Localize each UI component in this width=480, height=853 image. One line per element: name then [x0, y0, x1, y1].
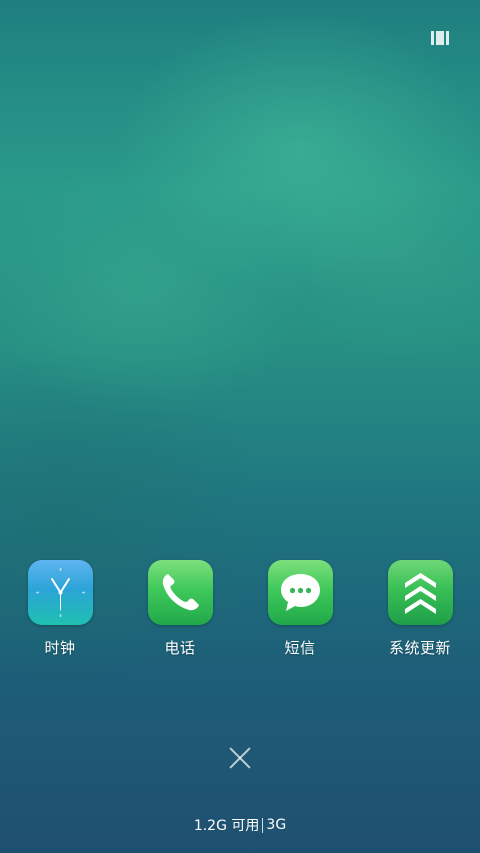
app-messages[interactable]: 短信	[240, 560, 360, 658]
recent-apps-icon	[431, 31, 434, 45]
system-update-icon	[387, 560, 453, 625]
app-label-system-update: 系统更新	[388, 639, 451, 657]
recent-apps-button[interactable]	[431, 31, 451, 45]
clock-icon	[27, 560, 93, 625]
memory-status: 1.2G 可用 3G	[0, 815, 480, 835]
available-memory: 1.2G 可用	[193, 818, 260, 834]
app-system-update[interactable]: 系统更新	[360, 560, 480, 658]
phone-icon	[147, 560, 213, 625]
recent-apps-row: 时钟 电话 短信 系统更新	[0, 560, 480, 670]
message-icon	[267, 560, 333, 625]
network-type: 3G	[266, 817, 287, 833]
status-divider	[262, 817, 264, 833]
app-label-phone: 电话	[164, 639, 196, 657]
close-all-button[interactable]	[228, 746, 252, 770]
app-label-clock: 时钟	[44, 639, 76, 657]
app-label-messages: 短信	[284, 639, 316, 657]
app-phone[interactable]: 电话	[120, 560, 240, 658]
app-clock[interactable]: 时钟	[0, 560, 120, 658]
